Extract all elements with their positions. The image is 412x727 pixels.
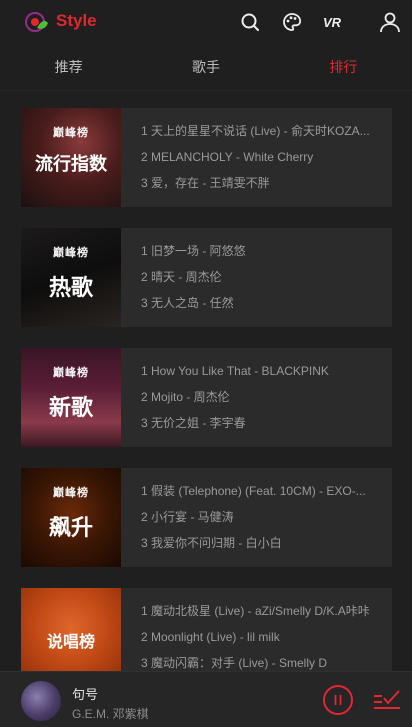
chart-cover: 巅峰榜 新歌	[21, 348, 121, 447]
chart-badge: 巅峰榜	[53, 127, 89, 139]
chart-badge: 巅峰榜	[53, 367, 89, 379]
app-title: Style	[56, 11, 97, 30]
track-item[interactable]: 1 假装 (Telephone) (Feat. 10CM) - EXO-...	[141, 484, 373, 510]
chart-name: 热歌	[48, 275, 93, 300]
song-title: 句号	[72, 687, 99, 702]
chart-tracks: 1 How You Like That - BLACKPINK 2 Mojito…	[121, 348, 392, 447]
pause-icon[interactable]	[322, 684, 354, 716]
chart-name: 流行指数	[35, 154, 107, 174]
tab-singers[interactable]: 歌手	[137, 57, 274, 77]
chart-badge: 巅峰榜	[53, 247, 89, 259]
chart-card-hot[interactable]: 巅峰榜 热歌 1 旧梦一场 - 阿悠悠 2 晴天 - 周杰伦 3 无人之岛 - …	[21, 228, 392, 327]
chart-cover: 巅峰榜 飙升	[21, 468, 121, 567]
category-tabs: 推荐 歌手 排行	[0, 50, 412, 84]
track-item[interactable]: 3 爱，存在 - 王靖雯不胖	[141, 176, 373, 202]
playlist-icon[interactable]	[372, 686, 402, 714]
mini-player[interactable]: 句号 G.E.M. 邓紫棋	[0, 671, 412, 727]
tab-recommend[interactable]: 推荐	[0, 57, 137, 77]
track-item[interactable]: 3 我爱你不问归期 - 白小白	[141, 536, 373, 562]
track-item[interactable]: 2 Moonlight (Live) - lil milk	[141, 630, 373, 656]
chart-tracks: 1 旧梦一场 - 阿悠悠 2 晴天 - 周杰伦 3 无人之岛 - 任然	[121, 228, 392, 327]
track-item[interactable]: 3 无价之姐 - 李宇春	[141, 416, 373, 442]
palette-icon[interactable]	[281, 11, 303, 33]
chart-tracks: 1 假装 (Telephone) (Feat. 10CM) - EXO-... …	[121, 468, 392, 567]
album-cover[interactable]	[21, 681, 61, 721]
track-item[interactable]: 1 天上的星星不说话 (Live) - 俞天时KOZA...	[141, 124, 373, 150]
chart-name: 新歌	[48, 395, 93, 420]
track-item[interactable]: 2 MELANCHOLY - White Cherry	[141, 150, 373, 176]
app-header: Style VR	[0, 0, 412, 44]
tab-rankings[interactable]: 排行	[275, 57, 412, 77]
track-item[interactable]: 1 How You Like That - BLACKPINK	[141, 364, 373, 390]
song-artist: G.E.M. 邓紫棋	[72, 707, 149, 721]
track-item[interactable]: 1 旧梦一场 - 阿悠悠	[141, 244, 373, 270]
search-icon[interactable]	[239, 11, 261, 33]
svg-text:VR: VR	[323, 15, 342, 30]
track-item[interactable]: 2 小行宴 - 马健涛	[141, 510, 373, 536]
track-item[interactable]: 1 魔动北极星 (Live) - aZi/Smelly D/K.A咔咔	[141, 604, 373, 630]
chart-name: 飙升	[48, 515, 93, 540]
track-item[interactable]: 2 晴天 - 周杰伦	[141, 270, 373, 296]
chart-cover: 巅峰榜 热歌	[21, 228, 121, 327]
ranking-list: 巅峰榜 流行指数 1 天上的星星不说话 (Live) - 俞天时KOZA... …	[21, 108, 392, 708]
vr-icon[interactable]: VR	[322, 11, 346, 33]
track-item[interactable]: 3 无人之岛 - 任然	[141, 296, 373, 322]
chart-badge: 巅峰榜	[53, 487, 89, 499]
chart-card-new[interactable]: 巅峰榜 新歌 1 How You Like That - BLACKPINK 2…	[21, 348, 392, 447]
tabs-divider	[0, 90, 412, 91]
chart-cover: 巅峰榜 流行指数	[21, 108, 121, 207]
chart-name: 说唱榜	[46, 634, 95, 651]
chart-card-rising[interactable]: 巅峰榜 飙升 1 假装 (Telephone) (Feat. 10CM) - E…	[21, 468, 392, 567]
chart-card-pop-index[interactable]: 巅峰榜 流行指数 1 天上的星星不说话 (Live) - 俞天时KOZA... …	[21, 108, 392, 207]
chart-tracks: 1 天上的星星不说话 (Live) - 俞天时KOZA... 2 MELANCH…	[121, 108, 392, 207]
user-icon[interactable]	[378, 10, 402, 34]
track-item[interactable]: 2 Mojito - 周杰伦	[141, 390, 373, 416]
app-logo-icon[interactable]	[23, 9, 49, 35]
